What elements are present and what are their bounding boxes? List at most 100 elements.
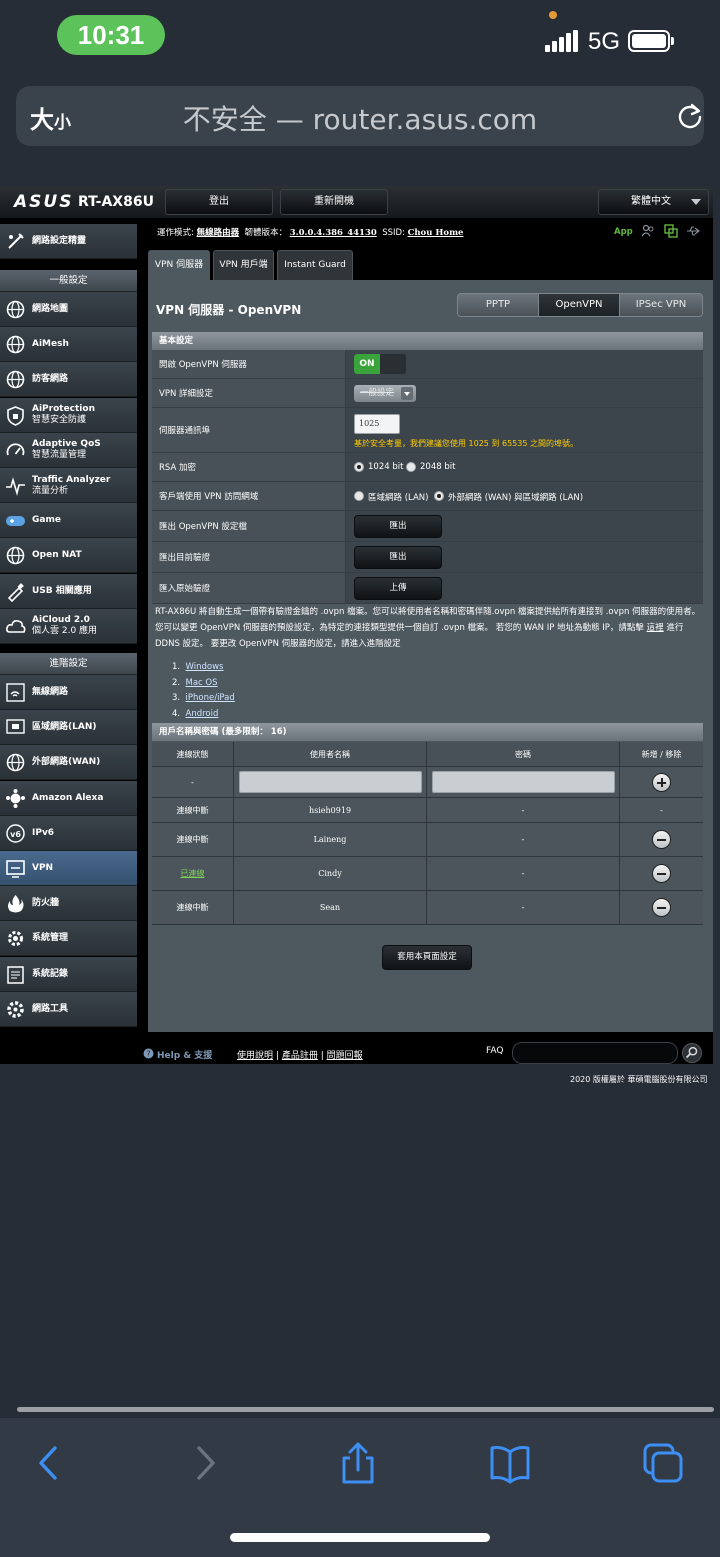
help-support-link[interactable]: Help & 支援 [157,1048,212,1061]
address-bar[interactable]: 大小 不安全 — router.asus.com [16,86,704,146]
sidebar-item-label: AiProtection [32,404,95,415]
sidebar-item-nat-globe[interactable]: Open NAT [0,538,137,574]
share-icon[interactable] [336,1442,380,1484]
sidebar-item-firewall[interactable]: 防火牆 [0,886,137,922]
guest-globe-icon [6,371,25,389]
alexa-icon [6,788,25,808]
protocol-pptp-button[interactable]: PPTP [457,293,539,317]
table-row: 連線中斷 hsieh0919- - [152,798,703,823]
search-icon[interactable] [682,1043,702,1063]
tab-instant-guard[interactable]: Instant Guard [277,250,353,281]
bookmarks-icon[interactable] [488,1442,532,1484]
sidebar-item-cloud[interactable]: AiCloud 2.0 個人雲 2.0 應用 [0,608,137,644]
remove-user-icon[interactable] [652,898,671,917]
access-lan-radio[interactable] [354,491,364,501]
password-cell: - [427,798,620,822]
rsa-row: RSA 加密 1024 bit 2048 bit [152,453,703,482]
log-icon [7,965,24,984]
sidebar-item-guest-globe[interactable]: 訪客網路 [0,362,137,398]
server-port-input[interactable]: 1025 [354,414,400,434]
sidebar-item-tools-gear[interactable]: 網路工具 [0,991,137,1027]
reload-icon[interactable] [676,102,704,130]
sidebar-item-gamepad[interactable]: Game [0,503,137,539]
back-icon[interactable] [27,1442,71,1484]
firmware-link[interactable]: 3.0.0.4.386_44130 [290,228,377,238]
url-text[interactable]: 不安全 — router.asus.com [16,98,704,138]
username-cell: Sean [234,891,427,924]
platform-link-ios[interactable]: iPhone/iPad [186,693,235,703]
sidebar-item-label: USB 相關應用 [32,585,92,596]
new-username-input[interactable] [238,771,422,793]
svg-text:?: ? [146,1050,150,1059]
shield-icon [7,405,24,426]
sidebar-item-wifi[interactable]: 無線網路 [0,675,137,710]
sidebar-item-label: 區域網路(LAN) [32,722,97,733]
remove-user-icon[interactable] [652,864,671,883]
faq-search-input[interactable] [512,1042,678,1064]
clients-icon[interactable] [641,224,655,238]
network-status-icon[interactable] [664,224,678,238]
tab-vpn-server[interactable]: VPN 伺服器 [148,250,210,281]
logout-button[interactable]: 登出 [165,189,273,215]
manual-link[interactable]: 使用說明 [237,1051,273,1061]
upload-cert-button[interactable]: 上傳 [354,577,442,600]
platform-link-windows[interactable]: Windows [186,662,224,672]
sidebar-item-wan-globe[interactable]: 外部網路(WAN) [0,745,137,781]
new-password-input[interactable] [431,771,615,793]
operation-mode-link[interactable]: 無線路由器 [197,228,240,238]
rsa-1024-radio[interactable] [354,462,364,472]
platform-link-macos[interactable]: Mac OS [186,678,218,688]
protocol-ipsec-button[interactable]: IPSec VPN [619,293,703,317]
sidebar-item-shield[interactable]: AiProtection 智慧安全防護 [0,397,137,433]
feedback-link[interactable]: 問題回報 [327,1051,363,1061]
sidebar-item-usb[interactable]: USB 相關應用 [0,573,137,609]
browser-toolbar [0,1418,720,1557]
sidebar-item-alexa[interactable]: Amazon Alexa [0,780,137,816]
username-cell: Cindy [234,857,427,890]
language-select[interactable]: 繁體中文 [598,189,709,215]
remove-user-icon[interactable] [652,830,671,849]
vpn-detail-row: VPN 詳細設定 一般設定 [152,379,703,408]
advanced-settings-header: 進階設定 [0,653,137,675]
sidebar-item-quick-setup[interactable]: 網路設定精靈 [0,224,137,259]
sidebar-item-label: 網路地圖 [32,304,69,314]
sidebar-item-label: Open NAT [32,550,82,561]
add-user-icon[interactable] [652,772,671,792]
table-row: 已連線 Cindy - [152,857,703,891]
sidebar-item-lan[interactable]: 區域網路(LAN) [0,710,137,746]
sidebar-item-vpn[interactable]: VPN [0,851,137,886]
clock: 10:31 [57,15,165,55]
sidebar-item-pulse[interactable]: Traffic Analyzer 流量分析 [0,468,137,503]
tab-vpn-client[interactable]: VPN 用戶端 [213,250,274,281]
copyright: 2020 版權屬於 華碩電腦股份有限公司 [570,1075,708,1084]
export-cert-button[interactable]: 匯出 [354,546,442,569]
platform-link-android[interactable]: Android [186,709,219,719]
svg-text:v6: v6 [10,830,21,839]
ddns-link[interactable]: 這裡 [647,623,664,633]
sidebar-item-globe[interactable]: 網路地圖 [0,292,137,327]
brand-logo: ASUS [14,192,74,212]
sidebar-item-label: 網路工具 [32,1003,69,1014]
vpn-detail-select[interactable]: 一般設定 [354,385,416,402]
reboot-button[interactable]: 重新開機 [280,189,388,215]
sidebar-item-speedometer[interactable]: Adaptive QoS 智慧流量管理 [0,432,137,468]
export-config-button[interactable]: 匯出 [354,515,442,538]
sidebar-item-label: 系統記錄 [32,968,69,979]
sidebar-item-admin-gear[interactable]: 系統管理 [0,921,137,957]
sidebar-item-label: AiCloud 2.0 [32,615,90,626]
apply-settings-button[interactable]: 套用本頁面設定 [382,945,472,970]
app-link[interactable]: App [614,227,633,237]
register-link[interactable]: 產品註冊 [282,1051,318,1061]
usb-status-icon[interactable] [686,224,700,238]
tabs-icon[interactable] [641,1442,685,1484]
sidebar-item-mesh[interactable]: AiMesh [0,327,137,363]
forward-icon[interactable] [183,1442,227,1484]
rsa-2048-radio[interactable] [406,462,416,472]
openvpn-toggle[interactable]: ON [354,354,406,374]
protocol-openvpn-button[interactable]: OpenVPN [538,293,620,317]
sidebar-item-ipv6[interactable]: v6 IPv6 [0,815,137,851]
sidebar-item-log[interactable]: 系統記錄 [0,956,137,992]
connection-status[interactable]: 已連線 [181,868,205,879]
ssid-link[interactable]: Chou Home [408,228,464,238]
access-wan-lan-radio[interactable] [434,491,444,501]
